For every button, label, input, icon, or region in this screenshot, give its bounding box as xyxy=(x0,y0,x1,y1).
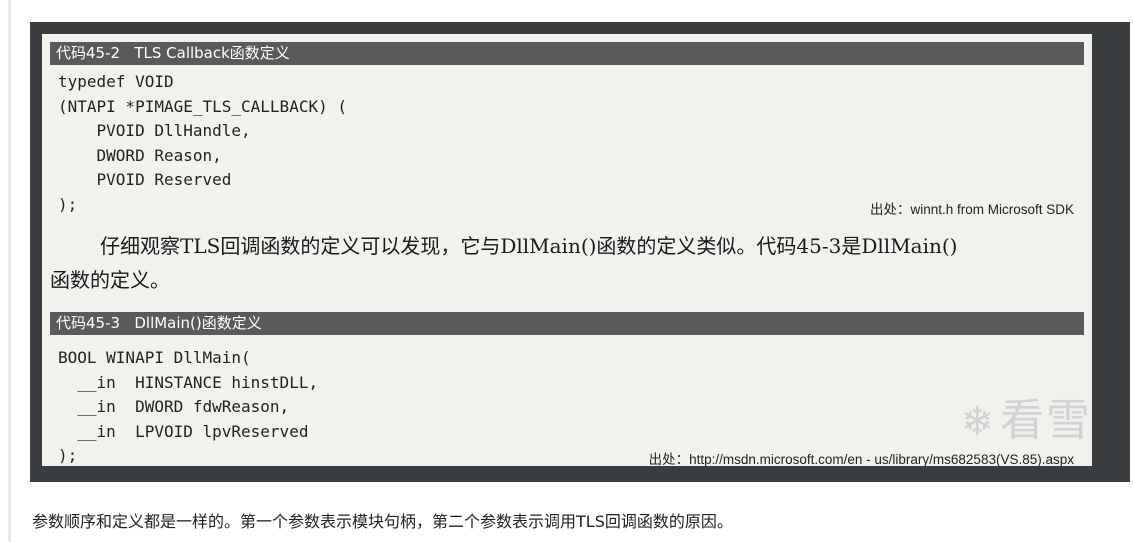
snowflake-icon: ❄ xyxy=(960,399,996,445)
paragraph-line-2: 函数的定义。 xyxy=(50,268,170,292)
left-border xyxy=(8,0,11,542)
post-paragraph: 参数顺序和定义都是一样的。第一个参数表示模块句柄，第二个参数表示调用TLS回调函… xyxy=(32,512,733,531)
listing-45-2-code: typedef VOID (NTAPI *PIMAGE_TLS_CALLBACK… xyxy=(58,72,347,214)
paragraph-line-1: 仔细观察TLS回调函数的定义可以发现，它与DllMain()函数的定义类似。代码… xyxy=(100,234,958,258)
listing-45-3-source: 出处：http://msdn.microsoft.com/en - us/lib… xyxy=(648,452,1074,466)
listing-45-2-caption: 代码45-2 TLS Callback函数定义 xyxy=(50,42,1084,65)
book-scan-image: 代码45-2 TLS Callback函数定义 typedef VOID (NT… xyxy=(42,34,1092,466)
watermark-text: 看雪 xyxy=(1000,395,1092,446)
listing-45-3-caption: 代码45-3 DllMain()函数定义 xyxy=(50,312,1084,335)
listing-45-2-source: 出处：winnt.h from Microsoft SDK xyxy=(869,202,1074,217)
kanxue-watermark: ❄看雪 xyxy=(960,384,1092,448)
page: 代码45-2 TLS Callback函数定义 typedef VOID (NT… xyxy=(0,0,1134,542)
listing-45-3-code: BOOL WINAPI DllMain( __in HINSTANCE hins… xyxy=(58,348,319,465)
